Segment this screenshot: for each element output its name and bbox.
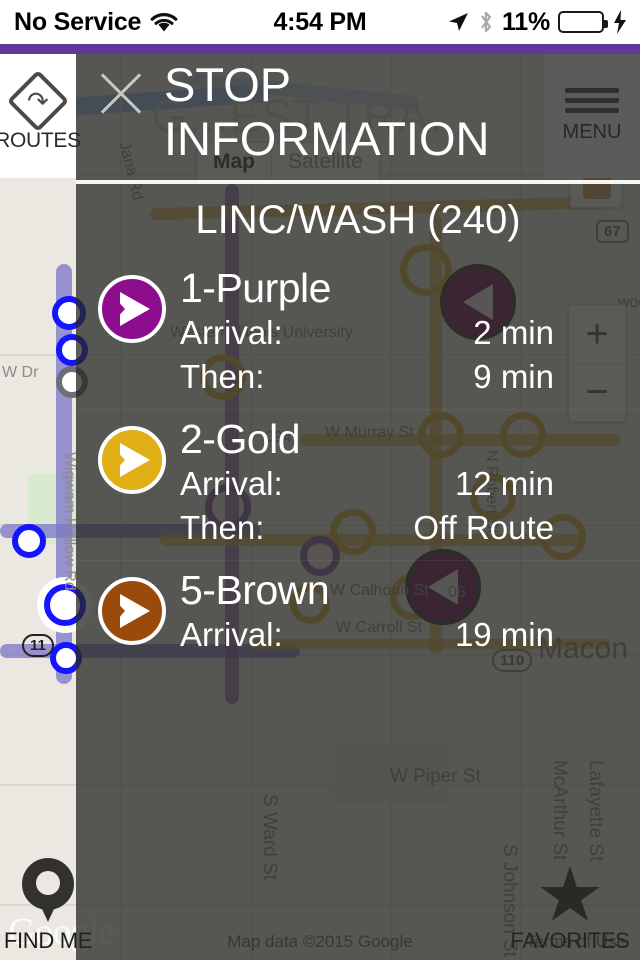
route-row[interactable]: 1-Purple Arrival: 2 min Then: 9 min bbox=[76, 259, 640, 409]
routes-button-label: ROUTES bbox=[0, 129, 81, 152]
route-row[interactable]: 2-Gold Arrival: 12 min Then: Off Route bbox=[76, 409, 640, 560]
route-badge bbox=[98, 426, 166, 494]
route-badge bbox=[98, 275, 166, 343]
map-pin-icon bbox=[22, 858, 74, 924]
arrival-value: 12 min bbox=[454, 465, 554, 502]
map-label: W Dr bbox=[2, 364, 39, 381]
stop-marker[interactable] bbox=[12, 524, 46, 558]
route-name-label: 2-Gold bbox=[180, 416, 301, 462]
header-divider bbox=[76, 180, 640, 184]
stop-name-label: LINC/WASH (240) bbox=[195, 198, 521, 242]
arrival-value: 19 min bbox=[454, 616, 554, 653]
then-value: 9 min bbox=[473, 358, 554, 395]
location-arrow-icon bbox=[448, 13, 468, 31]
bluetooth-icon bbox=[481, 11, 492, 33]
arrival-value: 2 min bbox=[473, 314, 554, 351]
arrow-notch bbox=[113, 598, 125, 624]
route-arrival-row: Arrival: 19 min bbox=[180, 613, 640, 657]
status-bar-right: 11% bbox=[446, 8, 628, 37]
then-value: Off Route bbox=[413, 509, 554, 546]
route-badge bbox=[98, 577, 166, 645]
route-then-row: Then: 9 min bbox=[180, 355, 640, 399]
routes-button[interactable]: ↷ ROUTES bbox=[0, 54, 81, 178]
route-name-label: 1-Purple bbox=[180, 265, 331, 311]
app-screen: No Service 4:54 PM 11% W Dr Wigwam Hollo… bbox=[0, 0, 640, 960]
close-x-icon[interactable] bbox=[94, 66, 148, 120]
route-arrival-row: Arrival: 12 min bbox=[180, 462, 640, 506]
arrow-notch bbox=[113, 296, 125, 322]
route-then-row: Then: Off Route bbox=[180, 506, 640, 550]
route-name-label: 5-Brown bbox=[180, 567, 330, 613]
status-bar: No Service 4:54 PM 11% bbox=[0, 0, 640, 44]
highway-shield-small: 11 bbox=[22, 634, 54, 657]
arrow-notch bbox=[113, 447, 125, 473]
route-arrival-row: Arrival: 2 min bbox=[180, 311, 640, 355]
stop-information-modal: STOP INFORMATION LINC/WASH (240) 1-Purpl… bbox=[76, 54, 640, 960]
turn-right-diamond-icon: ↷ bbox=[6, 69, 70, 133]
app-accent-bar bbox=[0, 44, 640, 54]
modal-header: STOP INFORMATION bbox=[76, 54, 640, 180]
modal-title: STOP INFORMATION bbox=[164, 58, 490, 165]
route-row[interactable]: 5-Brown Arrival: 19 min bbox=[76, 560, 640, 667]
battery-percent-label: 11% bbox=[501, 7, 550, 36]
charging-bolt-icon bbox=[614, 10, 626, 34]
battery-icon bbox=[558, 11, 608, 33]
